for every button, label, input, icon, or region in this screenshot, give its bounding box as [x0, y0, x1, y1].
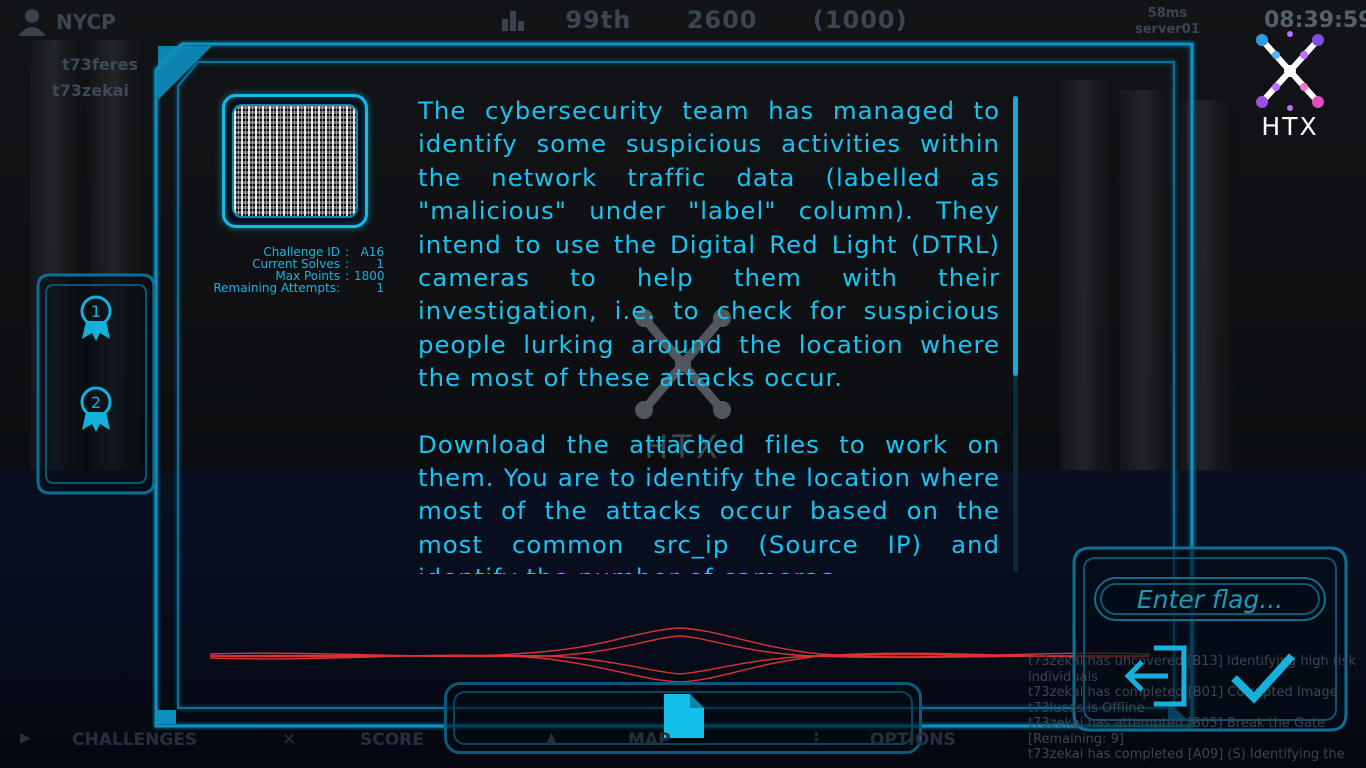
htx-logo-icon [1256, 31, 1324, 111]
member-name: t73feres [62, 55, 138, 74]
avatar-image [232, 104, 358, 218]
nav-close-icon: ✕ [282, 730, 297, 750]
meta-row: Remaining Attempts: 1 [212, 282, 384, 294]
signal-waves [210, 627, 1150, 683]
team-icon [18, 9, 46, 36]
rank: 99th [565, 6, 632, 34]
nav-options[interactable]: OPTIONS [870, 730, 956, 750]
badge-1-number: 1 [91, 302, 101, 321]
submit-flag-button[interactable] [1230, 650, 1296, 706]
logo-label: HTX [1261, 112, 1319, 141]
exit-icon [1124, 645, 1187, 707]
nav-challenges[interactable]: CHALLENGES [72, 730, 197, 750]
exit-button[interactable] [1124, 644, 1190, 708]
meta-value: 1 [376, 281, 384, 295]
team-indicator: NYCP [14, 6, 116, 42]
ping: 58ms [1147, 6, 1188, 21]
checkmark-icon [1231, 653, 1295, 704]
flag-input[interactable] [1096, 579, 1324, 619]
description-scrollbar[interactable] [1013, 96, 1018, 572]
description-paragraph: Download the attached files to work on t… [418, 429, 1000, 574]
log-entry: t73zekai has completed [A09] (S) Identif… [1028, 747, 1345, 762]
badge-2-number: 2 [91, 393, 101, 412]
activity-log: t73zekai has uncovered [B13] Identifying… [1028, 654, 1364, 763]
score-stats: 99th 2600 (1000) [500, 6, 954, 34]
log-entry: t73lucas is Offline [1028, 700, 1145, 716]
badge-1-icon[interactable]: 1 [78, 293, 114, 343]
server-status: 58ms server01 [1135, 6, 1200, 38]
server-name: server01 [1135, 22, 1200, 37]
bar-chart-icon [502, 11, 524, 31]
nav-map[interactable]: MAP [628, 730, 671, 750]
challenge-meta: Challenge ID: A16 Current Solves:1 Max Po… [212, 246, 384, 294]
nav-map-icon: ▲ [546, 730, 557, 746]
challenge-avatar [222, 94, 368, 228]
member-name: t73zekai [52, 81, 129, 100]
bonus-points: (1000) [812, 6, 908, 34]
nav-score[interactable]: SCORE [360, 730, 424, 750]
description-paragraph: The cybersecurity team has managed to id… [418, 96, 1000, 393]
scrollbar-thumb[interactable] [1013, 96, 1018, 376]
points: 2600 [686, 6, 758, 34]
play-icon: ▶ [20, 730, 31, 746]
htx-logo: HTX [1248, 30, 1332, 142]
team-name: NYCP [56, 10, 116, 34]
log-entry: t73zekai has completed [B01] Corrupted I… [1028, 685, 1338, 700]
team-members: t73feres t73zekai [18, 52, 138, 104]
bottom-nav: ▶ CHALLENGES ✕ SCORE ▲ MAP ⋮ OPTIONS [0, 726, 1000, 754]
meta-key: Remaining Attempts: [213, 281, 340, 295]
nav-options-icon: ⋮ [808, 730, 825, 750]
challenge-description: The cybersecurity team has managed to id… [418, 94, 1000, 574]
badge-2-icon[interactable]: 2 [78, 384, 114, 434]
log-entry: t73zekai has uncovered [B13] Identifying… [1028, 654, 1357, 685]
log-entry: t73zekai has attempted [B05] Break the G… [1028, 716, 1326, 747]
flag-input-wrapper [1094, 577, 1326, 621]
